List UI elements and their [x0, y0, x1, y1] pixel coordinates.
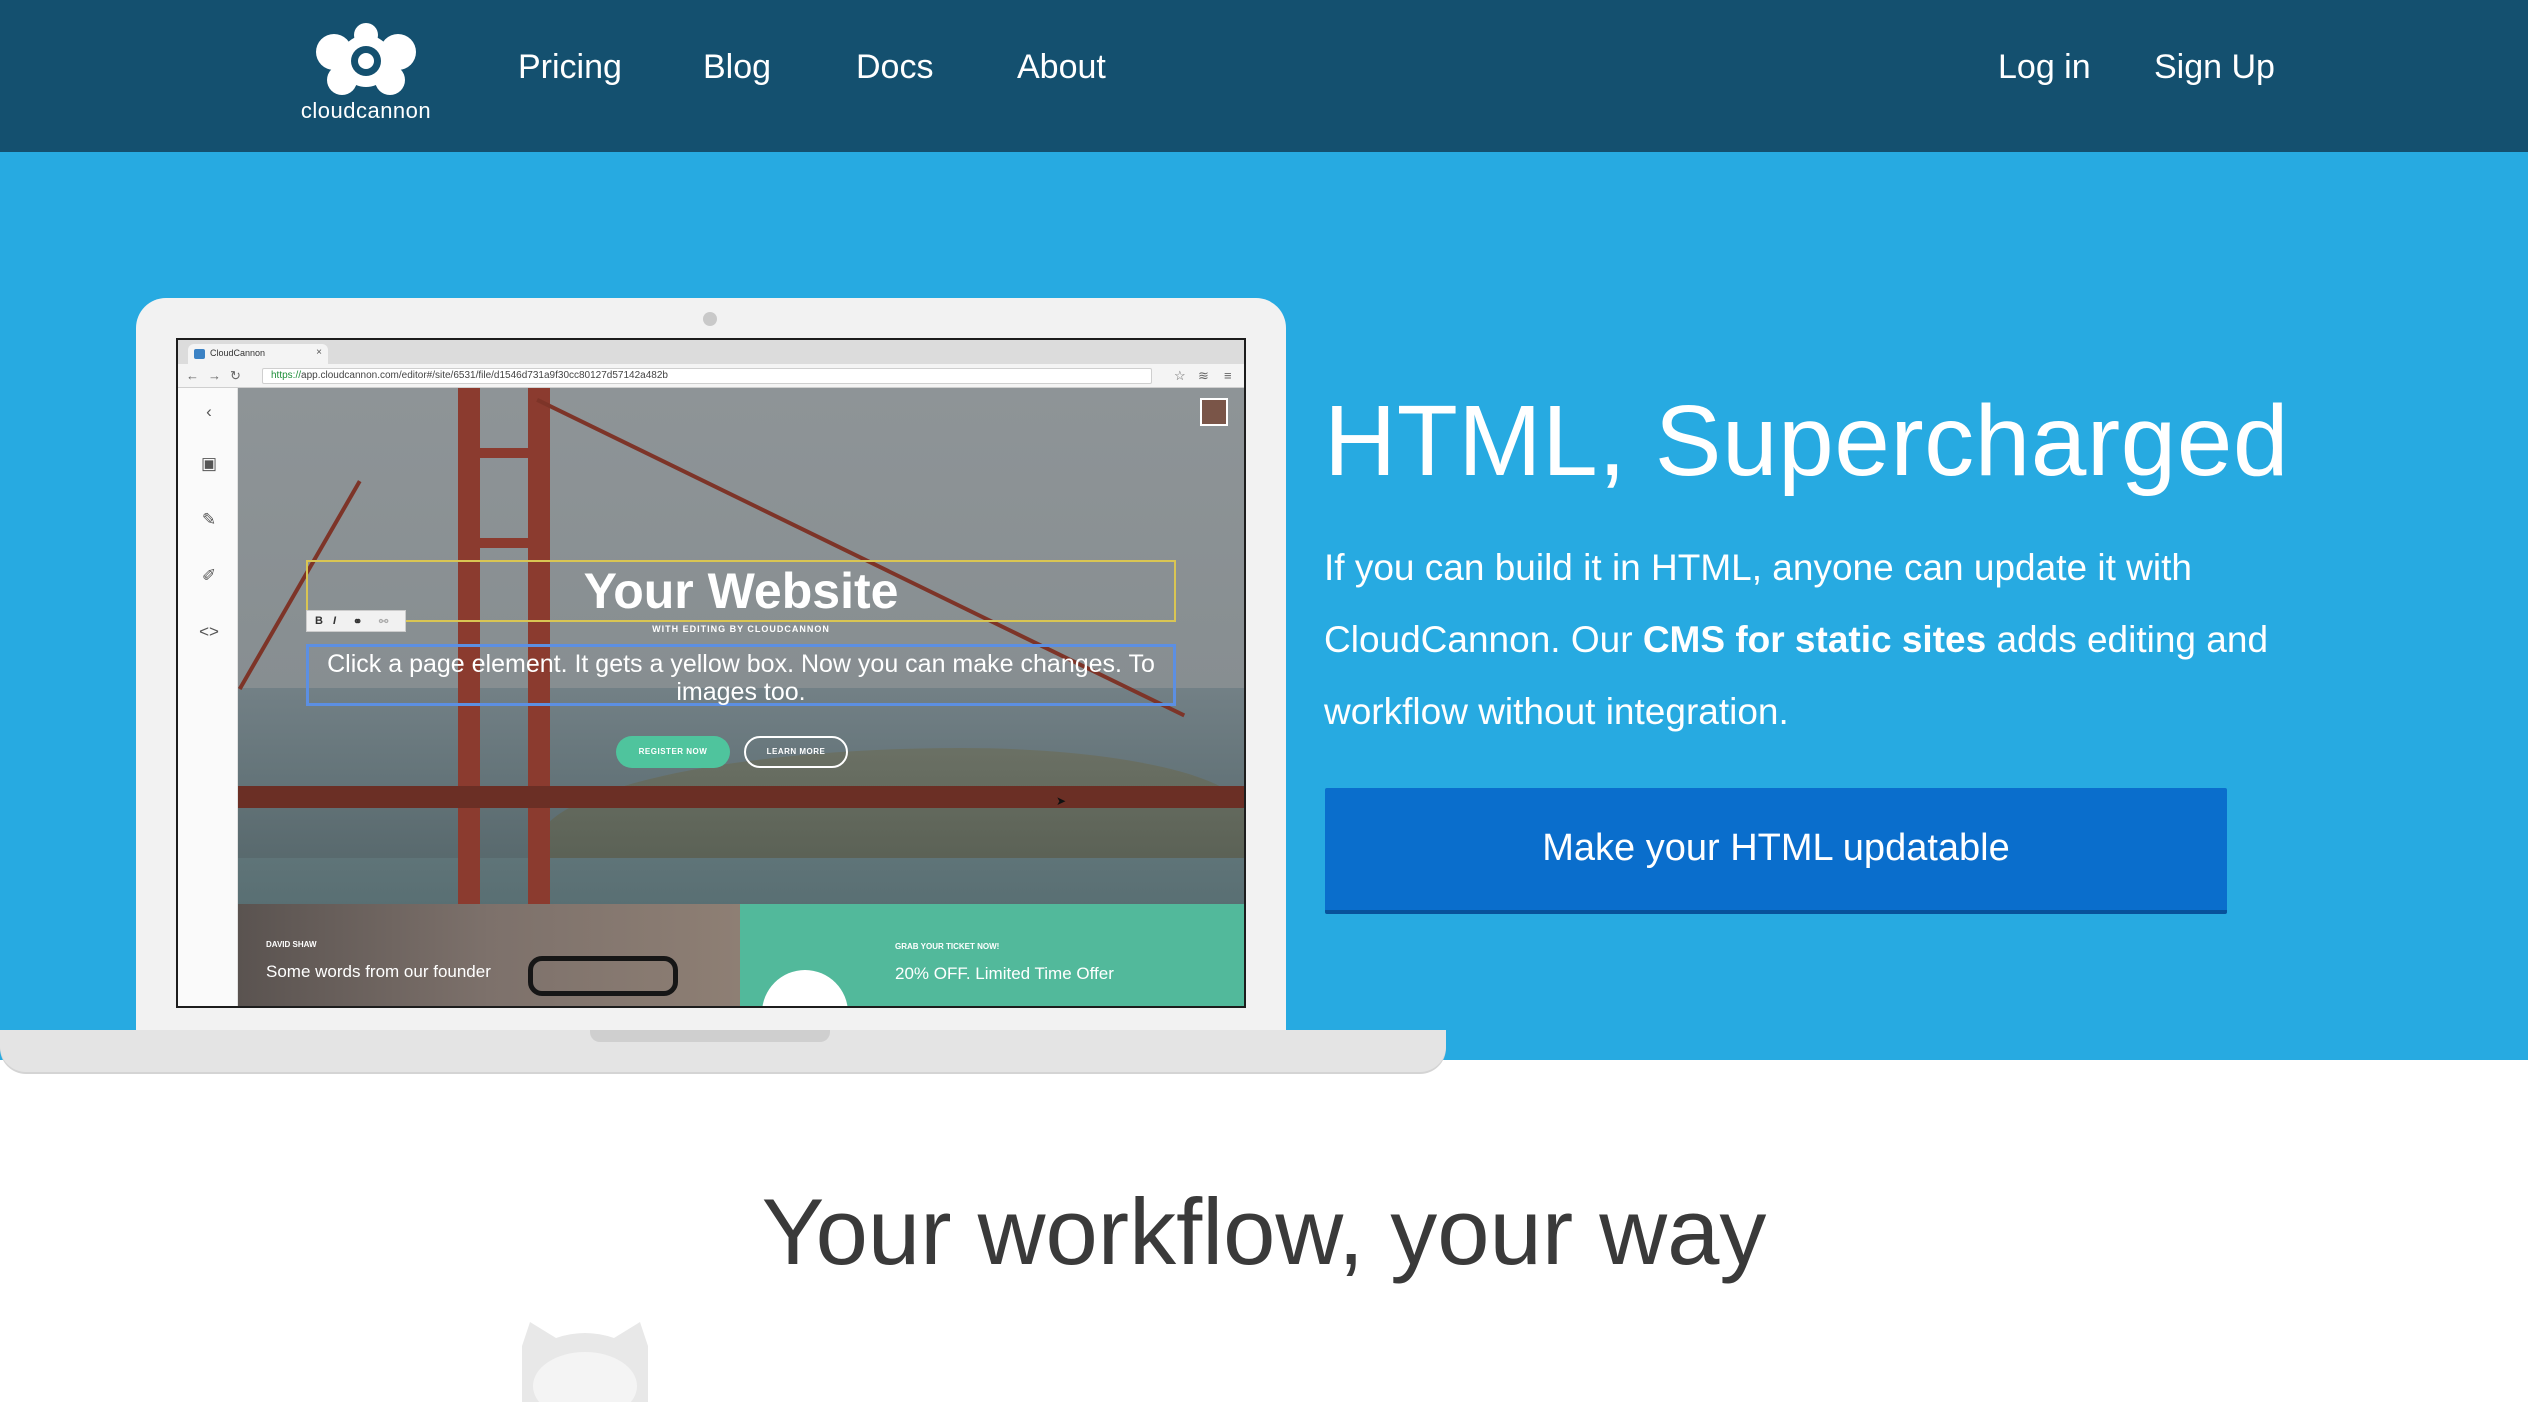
founder-photo: [528, 956, 678, 996]
hero-copy-highlight: CMS for static sites: [1642, 619, 1987, 660]
github-octocat-icon: [522, 1322, 648, 1402]
reload-icon[interactable]: ↻: [230, 368, 241, 384]
favicon-icon: [194, 349, 205, 359]
ticket-badge: [762, 970, 848, 1006]
format-toolbar: B I ⚭ ⚯: [306, 610, 406, 632]
site-subtitle: WITH EDITING BY CLOUDCANNON: [652, 624, 830, 634]
sky-backdrop: [238, 388, 1244, 688]
cloudcannon-logo[interactable]: cloudcannon: [296, 22, 436, 126]
founder-panel: DAVID SHAW Some words from our founder: [238, 904, 740, 1006]
collapse-icon[interactable]: ‹: [198, 402, 220, 424]
nav-link-blog[interactable]: Blog: [703, 48, 771, 87]
site-preview: Your Website WITH EDITING BY CLOUDCANNON…: [238, 388, 1244, 1006]
nav-link-docs[interactable]: Docs: [856, 48, 933, 87]
tower-brace: [458, 538, 550, 548]
ticket-heading: GRAB YOUR TICKET NOW!: [895, 942, 1000, 951]
unlink-icon[interactable]: ⚯: [379, 615, 388, 628]
bold-button[interactable]: B: [315, 615, 323, 627]
forward-arrow-icon[interactable]: →: [208, 368, 221, 383]
top-navbar: cloudcannon Pricing Blog Docs About Log …: [0, 0, 2528, 152]
editor-sidebar: ‹ ▣ ✎ ✐ <>: [178, 388, 238, 1006]
ticket-offer: 20% OFF. Limited Time Offer: [895, 964, 1114, 983]
italic-button[interactable]: I: [333, 615, 336, 627]
browser-tab-label: CloudCannon: [210, 348, 266, 358]
hero-title: HTML, Supercharged: [1324, 385, 2290, 497]
learn-more-button[interactable]: LEARN MORE: [744, 736, 848, 768]
close-icon[interactable]: ×: [316, 347, 322, 358]
url-field[interactable]: https://app.cloudcannon.com/editor#/site…: [262, 368, 1152, 384]
code-icon[interactable]: <>: [198, 622, 220, 644]
save-icon[interactable]: ▣: [198, 454, 220, 476]
url-text: app.cloudcannon.com/editor#/site/6531/fi…: [301, 370, 668, 381]
section-title: Your workflow, your way: [761, 1179, 1767, 1284]
back-arrow-icon[interactable]: ←: [186, 368, 199, 383]
site-title[interactable]: Your Website: [306, 560, 1176, 620]
founder-words: Some words from our founder: [266, 962, 491, 981]
nav-link-pricing[interactable]: Pricing: [518, 48, 622, 87]
login-link[interactable]: Log in: [1998, 48, 2091, 87]
register-now-button[interactable]: REGISTER NOW: [616, 736, 730, 768]
laptop-notch: [590, 1030, 830, 1042]
tower-brace: [458, 448, 550, 458]
browser-address-bar: ← → ↻ https://app.cloudcannon.com/editor…: [178, 364, 1244, 388]
layers-icon[interactable]: ≋: [1198, 368, 1209, 384]
link-icon[interactable]: ⚭: [353, 615, 362, 628]
menu-icon[interactable]: ≡: [1224, 368, 1232, 383]
founder-name: DAVID SHAW: [266, 940, 317, 949]
laptop-screen: CloudCannon × ← → ↻ https://app.cloudcan…: [176, 338, 1246, 1008]
logo-text: cloudcannon: [300, 98, 432, 123]
signup-link[interactable]: Sign Up: [2154, 48, 2275, 87]
ticket-panel: GRAB YOUR TICKET NOW! 20% OFF. Limited T…: [740, 904, 1244, 1006]
browser-tab-strip: CloudCannon ×: [178, 340, 1244, 364]
cloudcannon-logo-icon: [316, 23, 416, 95]
browser-tab[interactable]: CloudCannon ×: [188, 344, 328, 364]
mouse-cursor-icon: ➤: [1056, 794, 1067, 808]
url-scheme: https://: [271, 370, 302, 381]
site-paragraph[interactable]: Click a page element. It gets a yellow b…: [310, 650, 1172, 706]
avatar[interactable]: [1200, 398, 1228, 426]
pencil-icon[interactable]: ✐: [198, 566, 220, 588]
laptop-camera: [703, 312, 717, 326]
make-html-updatable-button[interactable]: Make your HTML updatable: [1325, 788, 2227, 914]
hero-copy: If you can build it in HTML, anyone can …: [1324, 532, 2324, 748]
bridge-deck: [238, 786, 1244, 808]
star-icon[interactable]: ☆: [1174, 368, 1186, 384]
nav-link-about[interactable]: About: [1017, 48, 1106, 87]
brush-icon[interactable]: ✎: [198, 510, 220, 532]
